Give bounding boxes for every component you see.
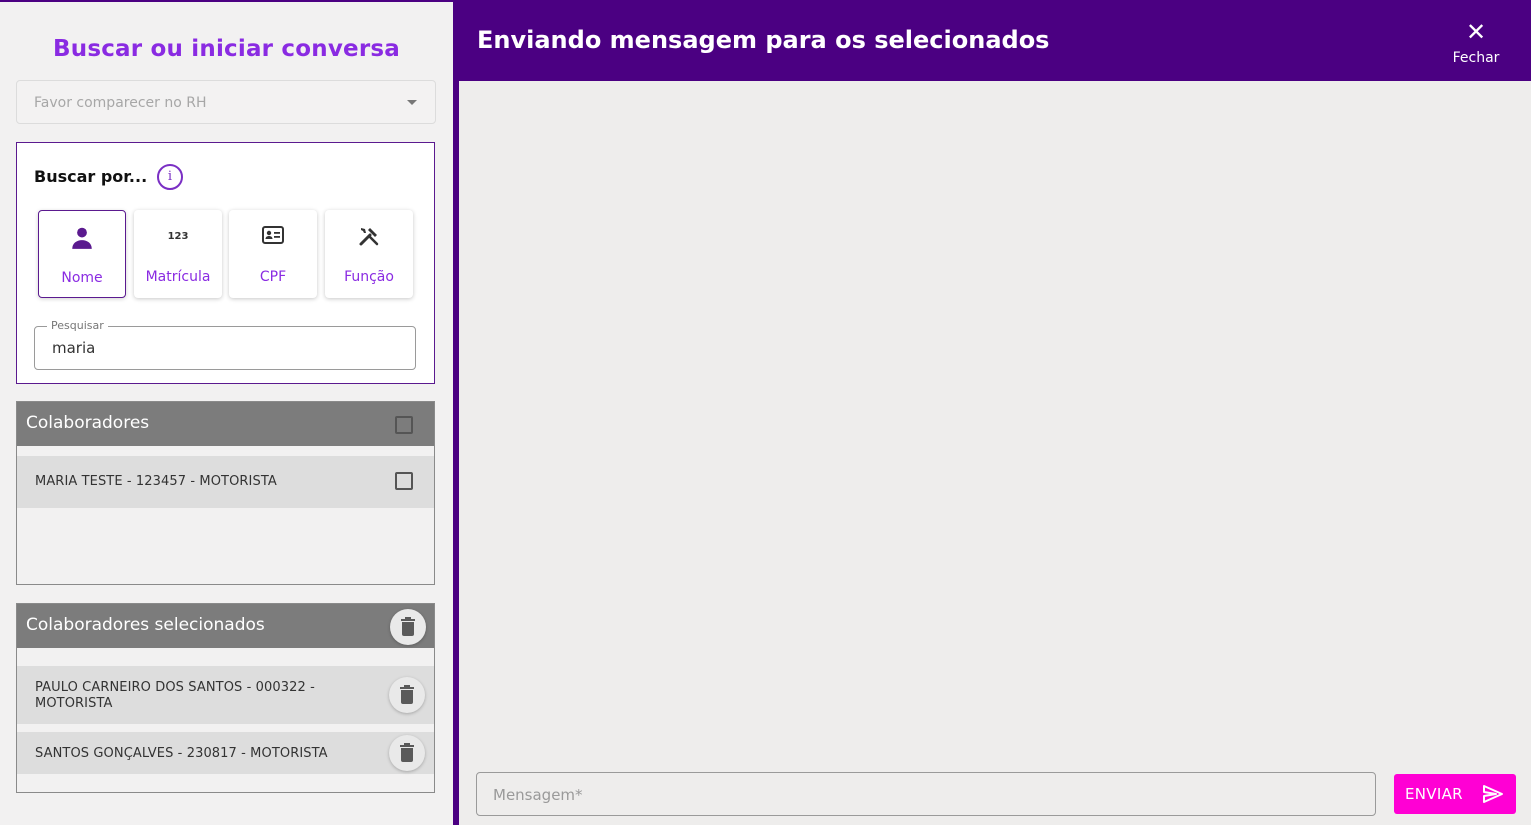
close-label: Fechar — [1452, 50, 1500, 66]
selected-header: Colaboradores selecionados — [17, 604, 434, 648]
select-all-checkbox[interactable] — [395, 416, 413, 434]
message-header: Enviando mensagem para os selecionados ✕… — [459, 2, 1531, 81]
sidebar-title: Buscar ou iniciar conversa — [53, 36, 400, 62]
chevron-down-icon — [407, 100, 417, 105]
message-input[interactable]: Mensagem* — [476, 772, 1376, 816]
chat-area: Mensagem* ENVIAR — [459, 81, 1531, 825]
selected-name: PAULO CARNEIRO DOS SANTOS - 000322 - MOT… — [35, 680, 315, 712]
collaborator-checkbox[interactable] — [395, 472, 413, 490]
selected-section: Colaboradores selecionados PAULO CARNEIR… — [16, 603, 435, 793]
header-title: Enviando mensagem para os selecionados — [477, 26, 1050, 54]
selected-name: SANTOS GONÇALVES - 230817 - MOTORISTA — [35, 746, 328, 761]
search-option-label: Nome — [61, 270, 103, 286]
sidebar: Buscar ou iniciar conversa Favor compare… — [0, 2, 453, 825]
tools-icon — [325, 224, 413, 250]
search-by-label: Buscar por... — [34, 167, 148, 186]
search-option-matricula[interactable]: 123 Matrícula — [134, 210, 222, 298]
id-card-icon — [229, 224, 317, 250]
search-option-cpf[interactable]: CPF — [229, 210, 317, 298]
list-item[interactable]: MARIA TESTE - 123457 - MOTORISTA — [17, 456, 434, 508]
search-input-label: Pesquisar — [47, 319, 108, 332]
send-icon — [1483, 785, 1503, 803]
template-select-value: Favor comparecer no RH — [34, 95, 207, 111]
remove-trash-icon[interactable] — [389, 677, 425, 713]
info-icon[interactable]: i — [157, 164, 183, 190]
selected-name-line2: MOTORISTA — [35, 696, 113, 711]
numbers-icon: 123 — [167, 231, 189, 242]
search-input-value: maria — [52, 339, 96, 357]
selected-name-line1: PAULO CARNEIRO DOS SANTOS - 000322 - — [35, 680, 315, 695]
list-item: SANTOS GONÇALVES - 230817 - MOTORISTA — [17, 732, 434, 774]
list-item: PAULO CARNEIRO DOS SANTOS - 000322 - MOT… — [17, 666, 434, 724]
search-option-label: Função — [344, 269, 394, 285]
person-icon — [39, 225, 125, 251]
collaborators-header: Colaboradores — [17, 402, 434, 446]
template-select[interactable]: Favor comparecer no RH — [16, 80, 436, 124]
search-option-nome[interactable]: Nome — [38, 210, 126, 298]
search-option-label: Matrícula — [145, 269, 211, 285]
send-button[interactable]: ENVIAR — [1394, 774, 1516, 814]
clear-all-trash-icon[interactable] — [390, 609, 426, 645]
collaborator-name: MARIA TESTE - 123457 - MOTORISTA — [35, 474, 277, 489]
search-input[interactable]: Pesquisar maria — [34, 319, 416, 370]
selected-title: Colaboradores selecionados — [26, 615, 265, 635]
search-option-label: CPF — [259, 269, 287, 285]
send-label: ENVIAR — [1405, 785, 1463, 803]
collaborators-section: Colaboradores MARIA TESTE - 123457 - MOT… — [16, 401, 435, 585]
message-placeholder: Mensagem* — [493, 786, 583, 804]
remove-trash-icon[interactable] — [389, 735, 425, 771]
close-button[interactable]: ✕ Fechar — [1441, 20, 1511, 70]
collaborators-title: Colaboradores — [26, 413, 150, 433]
close-icon: ✕ — [1465, 18, 1487, 46]
search-option-funcao[interactable]: Função — [325, 210, 413, 298]
search-panel: Buscar por... i Nome 123 Matrícula CPF F… — [16, 142, 435, 384]
